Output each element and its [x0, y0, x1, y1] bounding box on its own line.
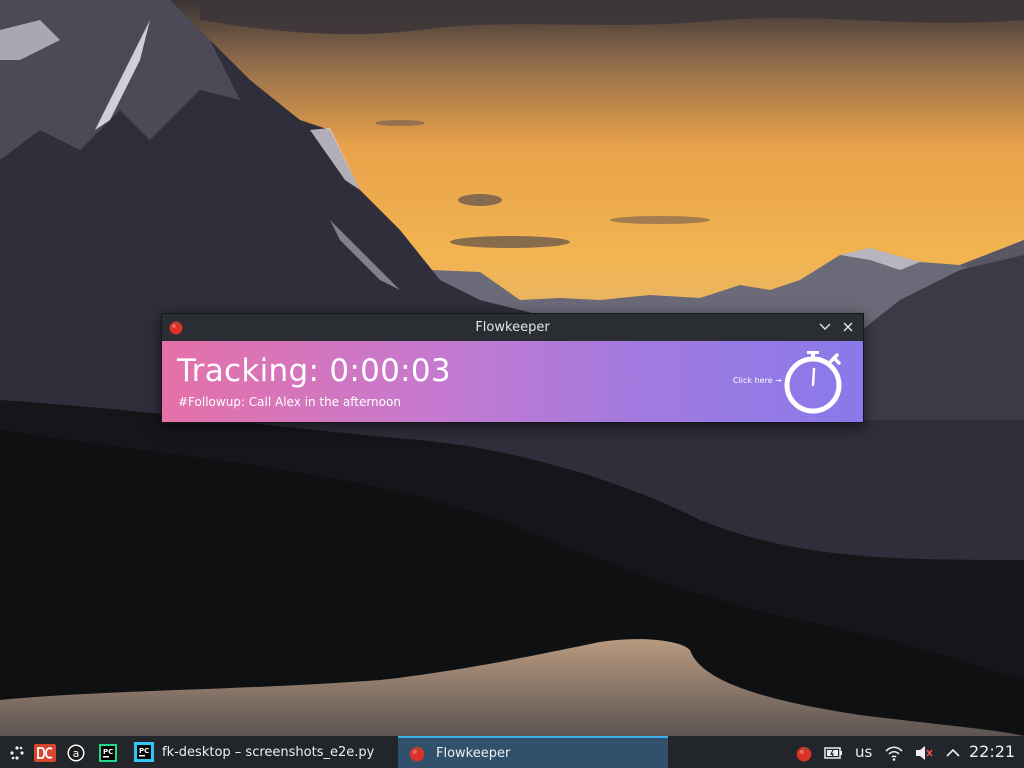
pycharm-icon: PC	[134, 742, 154, 762]
svg-text:PC: PC	[139, 747, 149, 755]
flowkeeper-window: Flowkeeper Tracking: 0:00:03 #Followup: …	[161, 313, 864, 423]
clock[interactable]: 22:21	[969, 742, 1015, 761]
minimize-button[interactable]	[816, 318, 834, 336]
pycharm-ce-icon[interactable]: PC	[99, 744, 117, 762]
svg-text:PC: PC	[103, 748, 113, 756]
window-title: Flowkeeper	[475, 320, 550, 335]
chevron-down-icon	[819, 323, 831, 330]
battery-icon[interactable]	[824, 744, 844, 762]
current-task-label: #Followup: Call Alex in the afternoon	[178, 395, 401, 409]
close-button[interactable]	[839, 318, 857, 336]
chevron-up-icon[interactable]	[944, 744, 962, 762]
double-commander-icon[interactable]	[34, 744, 56, 762]
volume-muted-icon[interactable]	[914, 744, 934, 762]
tracking-timer-text: Tracking: 0:00:03	[177, 353, 451, 389]
click-here-hint[interactable]: Click here →	[733, 376, 782, 385]
taskbar-item-label: fk-desktop – screenshots_e2e.py	[162, 744, 375, 760]
tomato-icon	[408, 744, 426, 762]
app-a-icon[interactable]: a	[67, 744, 85, 762]
taskbar-item-flowkeeper[interactable]: Flowkeeper	[398, 736, 668, 768]
tracking-panel: Tracking: 0:00:03 #Followup: Call Alex i…	[162, 341, 863, 422]
wifi-icon[interactable]	[884, 744, 904, 762]
app-launcher-icon[interactable]	[8, 744, 26, 762]
stopwatch-icon[interactable]	[783, 345, 847, 415]
svg-text:a: a	[73, 747, 80, 760]
keyboard-layout-indicator[interactable]: us	[855, 743, 872, 761]
tomato-icon[interactable]	[795, 744, 813, 762]
taskbar-item-pycharm[interactable]: PC fk-desktop – screenshots_e2e.py	[126, 736, 396, 768]
taskbar-item-label: Flowkeeper	[436, 745, 511, 761]
window-titlebar[interactable]: Flowkeeper	[162, 314, 863, 341]
close-icon	[843, 322, 853, 332]
taskbar: a PC PC fk-desktop – screenshots_e2e.py	[0, 736, 1024, 768]
